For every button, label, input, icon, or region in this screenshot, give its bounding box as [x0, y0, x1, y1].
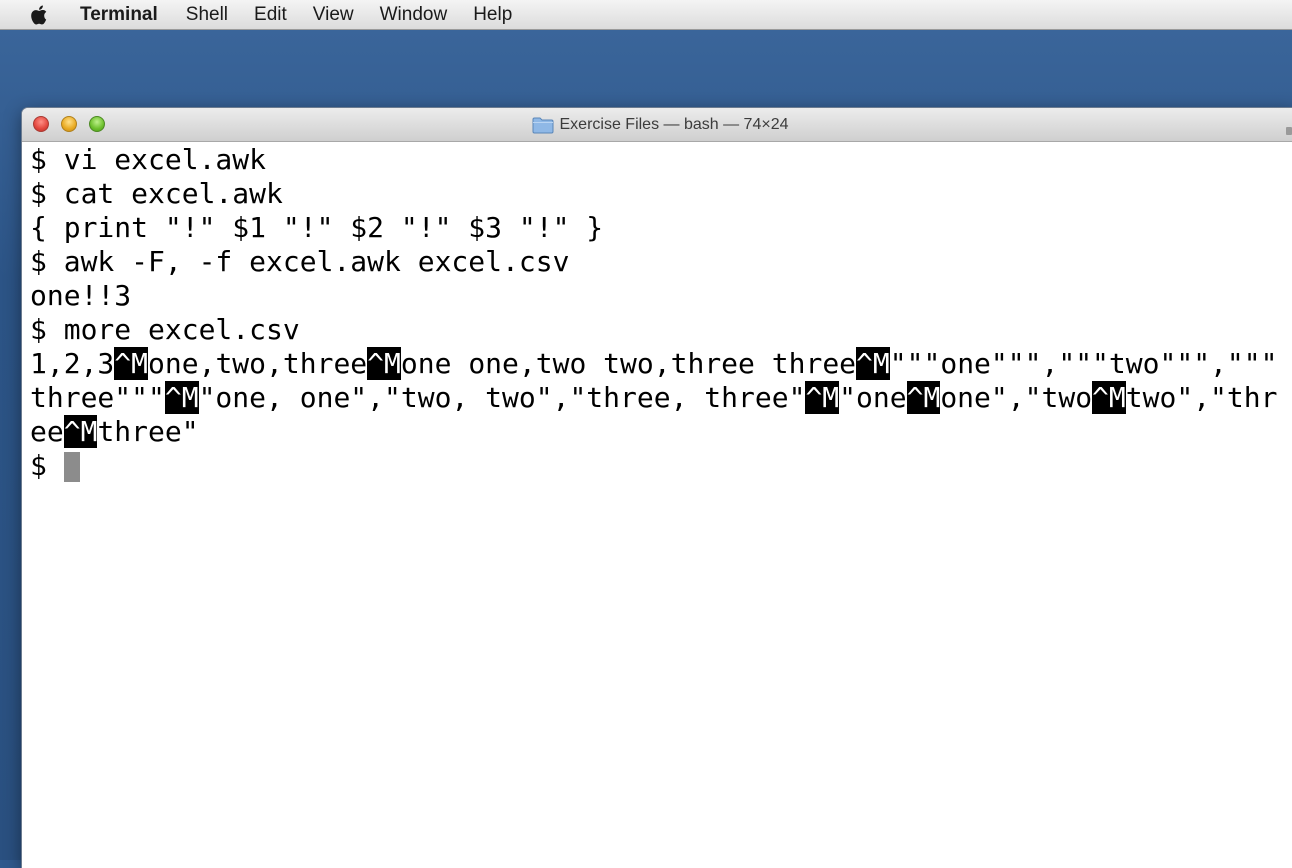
terminal-text: $ more excel.csv [30, 313, 300, 346]
terminal-text: one one,two two,three three [400, 347, 857, 380]
terminal-text: $ cat excel.awk [30, 177, 283, 210]
window-title-text: Exercise Files — bash — 74×24 [559, 115, 789, 133]
terminal-line: $ more excel.csv [30, 313, 1292, 347]
terminal-line: $ vi excel.awk [30, 143, 1292, 177]
terminal-text: one!!3 [30, 279, 132, 312]
menu-bar: Terminal Shell Edit View Window Help [0, 0, 1292, 30]
terminal-text: 1,2,3 [30, 347, 115, 380]
terminal-text: "one, one","two, two","three, three" [198, 381, 806, 414]
terminal-text: three""" [30, 381, 165, 414]
toolbar-toggle-icon[interactable] [1286, 122, 1292, 135]
terminal-text: """one""","""two""",""" [889, 347, 1278, 380]
terminal-text: $ awk -F, -f excel.awk excel.csv [30, 245, 570, 278]
folder-icon [532, 116, 554, 134]
text-cursor [63, 452, 80, 482]
control-char-marker: ^M [906, 381, 941, 414]
window-titlebar[interactable]: Exercise Files — bash — 74×24 [22, 108, 1292, 142]
terminal-text: one","two [940, 381, 1093, 414]
control-char-marker: ^M [1092, 381, 1126, 414]
menu-edit[interactable]: Edit [254, 0, 287, 30]
terminal-line: three"""^M"one, one","two, two","three, … [30, 381, 1292, 415]
terminal-text: three" [97, 415, 199, 448]
terminal-window: Exercise Files — bash — 74×24 $ vi excel… [22, 108, 1292, 868]
terminal-line: $ [30, 449, 1292, 483]
apple-logo-icon[interactable] [30, 4, 52, 26]
terminal-line: one!!3 [30, 279, 1292, 313]
window-title: Exercise Files — bash — 74×24 [22, 108, 1292, 141]
menu-view[interactable]: View [313, 0, 354, 30]
control-char-marker: ^M [164, 381, 199, 414]
menu-shell[interactable]: Shell [186, 0, 228, 30]
control-char-marker: ^M [856, 347, 890, 380]
terminal-text: two","thr [1125, 381, 1278, 414]
control-char-marker: ^M [805, 381, 840, 414]
terminal-text: one,two,three [148, 347, 368, 380]
menu-help[interactable]: Help [473, 0, 512, 30]
terminal-text: "one [839, 381, 907, 414]
control-char-marker: ^M [367, 347, 401, 380]
control-char-marker: ^M [63, 415, 98, 448]
terminal-text: $ [30, 449, 64, 482]
terminal-line: $ awk -F, -f excel.awk excel.csv [30, 245, 1292, 279]
control-char-marker: ^M [114, 347, 149, 380]
terminal-text: ee [30, 415, 64, 448]
menu-terminal[interactable]: Terminal [80, 0, 158, 30]
terminal-line: ee^Mthree" [30, 415, 1292, 449]
terminal-line: $ cat excel.awk [30, 177, 1292, 211]
terminal-text: { print "!" $1 "!" $2 "!" $3 "!" } [30, 211, 604, 244]
menu-window[interactable]: Window [380, 0, 448, 30]
terminal-line: { print "!" $1 "!" $2 "!" $3 "!" } [30, 211, 1292, 245]
terminal-screen[interactable]: $ vi excel.awk $ cat excel.awk{ print "!"… [30, 141, 1292, 868]
terminal-line: 1,2,3^Mone,two,three^Mone one,two two,th… [30, 347, 1292, 381]
terminal-text: $ vi excel.awk [30, 143, 267, 176]
